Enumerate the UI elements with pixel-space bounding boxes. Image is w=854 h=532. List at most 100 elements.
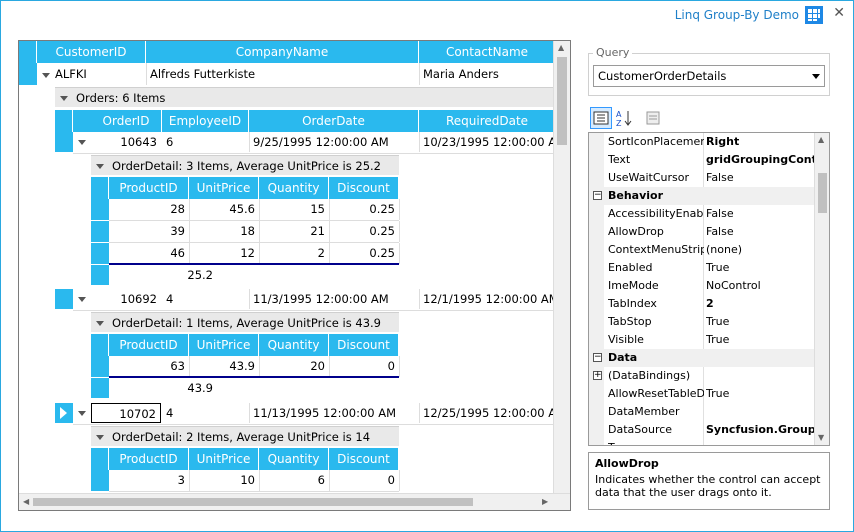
detail-cell[interactable]: 3 bbox=[109, 470, 189, 490]
property-value[interactable]: NoControl bbox=[706, 277, 816, 295]
order-required-date[interactable]: 10/23/1995 12:00:00 AM bbox=[419, 132, 556, 152]
detail-row-header[interactable] bbox=[91, 221, 109, 242]
detail-cell[interactable]: 0 bbox=[329, 356, 399, 376]
row-header[interactable] bbox=[19, 63, 37, 85]
detail-cell[interactable]: 0.25 bbox=[329, 199, 399, 219]
collapse-icon[interactable] bbox=[42, 73, 50, 78]
close-icon[interactable]: ✕ bbox=[833, 5, 845, 21]
property-row[interactable]: + (DataBindings) bbox=[589, 367, 815, 385]
property-row[interactable]: UseWaitCursor False bbox=[589, 169, 815, 187]
scroll-up-icon[interactable]: ▲ bbox=[558, 43, 564, 52]
property-row[interactable]: DataSource Syncfusion.GroupingGridDemo bbox=[589, 421, 816, 439]
scroll-right-icon[interactable]: ▶ bbox=[542, 497, 548, 506]
order-date[interactable]: 11/3/1995 12:00:00 AM bbox=[249, 289, 418, 309]
order-employee[interactable]: 4 bbox=[162, 403, 248, 423]
order-row-header[interactable] bbox=[55, 403, 73, 423]
detail-row-header[interactable] bbox=[91, 199, 109, 220]
scroll-down-icon[interactable]: ▼ bbox=[818, 433, 824, 442]
detail-cell[interactable]: 0.25 bbox=[329, 243, 399, 263]
scroll-left-icon[interactable]: ◀ bbox=[23, 497, 29, 506]
detail-cell[interactable]: 10 bbox=[189, 470, 259, 490]
property-value[interactable]: Right bbox=[706, 133, 816, 151]
detail-row-header[interactable] bbox=[91, 243, 109, 264]
detail-row-header[interactable] bbox=[91, 356, 109, 377]
property-scroll-thumb[interactable] bbox=[818, 173, 827, 213]
horizontal-scrollbar[interactable]: ◀ ▶ bbox=[19, 493, 570, 510]
property-value[interactable]: False bbox=[706, 223, 816, 241]
property-value[interactable]: Syncfusion.GroupingGridDemo bbox=[706, 421, 816, 439]
header-detail-1[interactable]: UnitPrice bbox=[189, 177, 259, 199]
property-category[interactable]: − Data bbox=[589, 349, 815, 367]
property-row[interactable]: Tag bbox=[589, 439, 815, 445]
header-detail-2[interactable]: Quantity bbox=[259, 177, 329, 199]
property-row[interactable]: AllowDrop False bbox=[589, 223, 815, 241]
query-select[interactable]: CustomerOrderDetails bbox=[593, 65, 825, 87]
property-row[interactable]: TabIndex 2 bbox=[589, 295, 815, 313]
property-row[interactable]: Visible True bbox=[589, 331, 815, 349]
property-value[interactable]: 2 bbox=[706, 295, 816, 313]
header-detail-1[interactable]: UnitPrice bbox=[189, 448, 259, 470]
property-grid[interactable]: SortIconPlacement Right Text gridGroupingCo… bbox=[588, 132, 830, 446]
customer-contact[interactable]: Maria Anders bbox=[419, 64, 556, 84]
property-row[interactable]: ImeMode NoControl bbox=[589, 277, 815, 295]
alphabetical-view-button[interactable]: A Z bbox=[613, 107, 635, 129]
order-date[interactable]: 9/25/1995 12:00:00 AM bbox=[249, 132, 418, 152]
order-employee[interactable]: 4 bbox=[162, 289, 248, 309]
collapse-icon[interactable]: − bbox=[593, 353, 602, 362]
orderdetail-caption[interactable]: OrderDetail: 2 Items, Average UnitPrice … bbox=[91, 426, 399, 446]
collapse-icon[interactable]: − bbox=[593, 191, 602, 200]
order-employee[interactable]: 6 bbox=[162, 132, 248, 152]
header-detail-3[interactable]: Discount bbox=[329, 177, 399, 199]
detail-cell[interactable]: 43.9 bbox=[189, 356, 259, 376]
vertical-scroll-thumb[interactable] bbox=[557, 57, 567, 145]
vertical-scrollbar[interactable]: ▲ bbox=[553, 41, 570, 495]
detail-cell[interactable]: 15 bbox=[259, 199, 329, 219]
order-id[interactable]: 10702 bbox=[91, 403, 161, 423]
order-required-date[interactable]: 12/1/1995 12:00:00 AM bbox=[419, 289, 556, 309]
collapse-icon[interactable] bbox=[96, 164, 104, 169]
property-value[interactable]: gridGroupingControl1 bbox=[706, 151, 816, 169]
property-value[interactable]: True bbox=[706, 331, 816, 349]
orderdetail-caption[interactable]: OrderDetail: 1 Items, Average UnitPrice … bbox=[91, 312, 399, 332]
collapse-icon[interactable] bbox=[78, 411, 86, 416]
app-grid-icon[interactable] bbox=[805, 6, 823, 24]
property-row[interactable]: AccessibilityEnabledFalse bbox=[589, 205, 815, 223]
header-detail-3[interactable]: Discount bbox=[329, 448, 399, 470]
detail-cell[interactable]: 39 bbox=[109, 221, 189, 241]
property-row[interactable]: Enabled True bbox=[589, 259, 815, 277]
header-contactname[interactable]: ContactName bbox=[419, 41, 556, 63]
property-value[interactable]: (none) bbox=[706, 241, 816, 259]
header-orderid[interactable]: OrderID bbox=[91, 110, 162, 132]
collapse-icon[interactable] bbox=[78, 297, 86, 302]
orders-caption[interactable]: Orders: 6 Items bbox=[55, 87, 556, 107]
header-detail-2[interactable]: Quantity bbox=[259, 334, 329, 356]
property-value[interactable]: True bbox=[706, 385, 816, 403]
detail-cell[interactable]: 6 bbox=[259, 470, 329, 490]
order-row-header[interactable] bbox=[55, 132, 73, 152]
property-pages-button[interactable] bbox=[642, 107, 664, 129]
horizontal-scroll-thumb[interactable] bbox=[33, 498, 473, 506]
property-scrollbar[interactable]: ▲ ▼ bbox=[814, 133, 829, 445]
header-orderdate[interactable]: OrderDate bbox=[249, 110, 419, 132]
header-requireddate[interactable]: RequiredDate bbox=[419, 110, 556, 132]
order-id[interactable]: 10643 bbox=[91, 132, 161, 152]
order-id[interactable]: 10692 bbox=[91, 289, 161, 309]
grouping-grid[interactable]: CustomerID CompanyName ContactName ALFKI… bbox=[18, 40, 571, 511]
detail-cell[interactable]: 12 bbox=[189, 243, 259, 263]
detail-cell[interactable]: 20 bbox=[259, 356, 329, 376]
categorized-view-button[interactable] bbox=[590, 107, 612, 129]
detail-cell[interactable]: 21 bbox=[259, 221, 329, 241]
order-date[interactable]: 11/13/1995 12:00:00 AM bbox=[249, 403, 418, 423]
property-value[interactable]: False bbox=[706, 169, 816, 187]
collapse-icon[interactable] bbox=[78, 140, 86, 145]
property-row[interactable]: SortIconPlacement Right bbox=[589, 133, 815, 151]
header-detail-2[interactable]: Quantity bbox=[259, 448, 329, 470]
detail-cell[interactable]: 2 bbox=[259, 243, 329, 263]
property-value[interactable]: True bbox=[706, 259, 816, 277]
property-row[interactable]: Text gridGroupingControl1 bbox=[589, 151, 816, 169]
detail-cell[interactable]: 63 bbox=[109, 356, 189, 376]
property-category[interactable]: − Behavior bbox=[589, 187, 815, 205]
order-row-header[interactable] bbox=[55, 289, 73, 309]
orderdetail-caption[interactable]: OrderDetail: 3 Items, Average UnitPrice … bbox=[91, 155, 399, 175]
customer-id[interactable]: ALFKI bbox=[55, 64, 145, 84]
